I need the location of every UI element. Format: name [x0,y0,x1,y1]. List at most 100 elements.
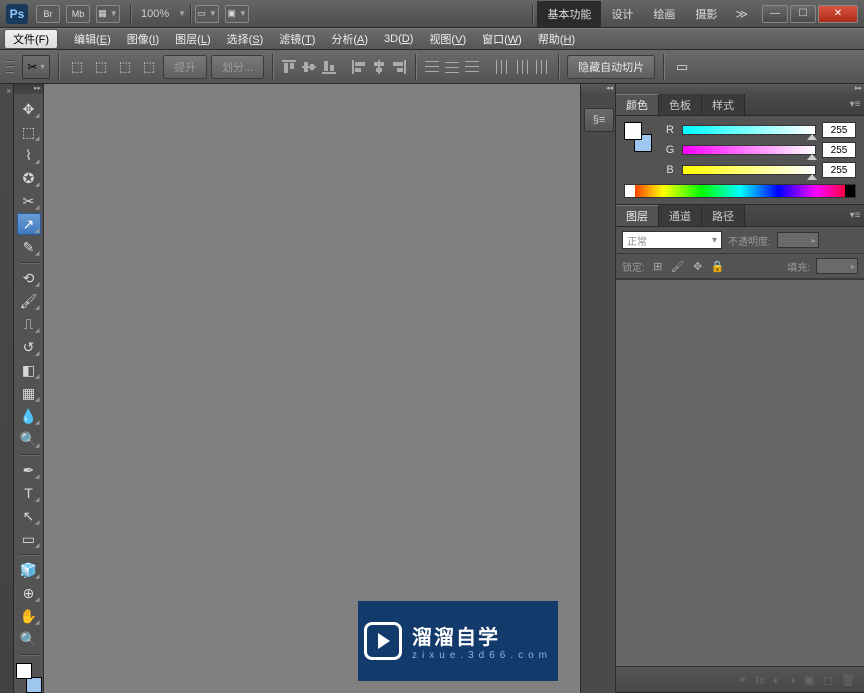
brush-tool[interactable]: 🖌◢ [17,290,41,312]
menu-view[interactable]: 视图(V) [421,31,474,47]
tab-layers[interactable]: 图层 [616,205,659,226]
history-panel-icon[interactable]: §≡ [584,108,614,132]
collapsed-dock[interactable]: ◂◂ §≡ [580,84,616,693]
align-top-icon[interactable] [281,59,297,75]
minimize-button[interactable]: — [762,5,788,23]
workspace-tab-design[interactable]: 设计 [601,1,643,27]
foreground-color[interactable] [16,663,32,679]
workspace-tab-photography[interactable]: 摄影 [685,1,727,27]
slice-option-1-icon[interactable]: ⬚ [67,57,87,77]
fill-input[interactable]: ▸ [816,258,858,274]
lock-transparency-icon[interactable]: ⊞ [651,259,665,273]
opacity-input[interactable]: ▸ [777,232,819,248]
pen-tool[interactable]: ✒◢ [17,459,41,481]
g-input[interactable] [822,142,856,158]
gradient-tool[interactable]: ▦◢ [17,382,41,404]
workspace-tab-essentials[interactable]: 基本功能 [537,1,601,27]
menu-help[interactable]: 帮助(H) [530,31,583,47]
menu-filter[interactable]: 滤镜(T) [271,31,323,47]
layers-list[interactable] [616,279,864,666]
lock-position-icon[interactable]: ✥ [691,259,705,273]
eraser-tool[interactable]: ◧◢ [17,359,41,381]
menu-3d[interactable]: 3D(D) [376,33,421,45]
collapse-arrow-icon[interactable]: ▸▸ [855,84,862,94]
slice-option-4-icon[interactable]: ⬚ [139,57,159,77]
panel-menu-icon[interactable]: ▾≡ [846,205,864,226]
delete-layer-icon[interactable]: 🗑 [841,673,856,687]
menu-edit[interactable]: 编辑(E) [66,31,119,47]
crop-tool[interactable]: ✂◢ [17,190,41,212]
bridge-badge[interactable]: Br [36,5,60,23]
distribute-top-icon[interactable] [424,59,440,75]
lasso-tool[interactable]: ⌇◢ [17,144,41,166]
slice-option-3-icon[interactable]: ⬚ [115,57,135,77]
g-slider[interactable] [682,145,816,155]
menu-image[interactable]: 图像(I) [119,31,167,47]
slice-options-icon[interactable]: ▭ [672,57,692,77]
3d-camera-tool[interactable]: ⊕◢ [17,582,41,604]
background-color[interactable] [26,677,42,693]
healing-tool[interactable]: ⟲◢ [17,267,41,289]
r-slider[interactable] [682,125,816,135]
color-ramp[interactable] [624,184,856,198]
marquee-tool[interactable]: ⬚◢ [17,121,41,143]
color-swatches[interactable] [16,663,42,693]
tab-color[interactable]: 颜色 [616,94,659,115]
menu-file[interactable]: 文件(F) [4,29,58,49]
tool-preset-picker[interactable]: ✂▾ [22,55,50,79]
tab-paths[interactable]: 路径 [702,205,745,226]
menu-layer[interactable]: 图层(L) [167,31,218,47]
hand-tool[interactable]: ✋◢ [17,605,41,627]
fg-preview[interactable] [624,122,642,140]
eyedropper-tool[interactable]: ✎◢ [17,236,41,258]
align-bottom-icon[interactable] [321,59,337,75]
distribute-hcenter-icon[interactable] [514,59,530,75]
distribute-right-icon[interactable] [534,59,550,75]
stamp-tool[interactable]: ⎍◢ [17,313,41,335]
menu-window[interactable]: 窗口(W) [474,31,530,47]
lock-all-icon[interactable]: 🔒 [711,259,725,273]
type-tool[interactable]: T◢ [17,482,41,504]
divide-button[interactable]: 划分... [211,55,264,79]
link-layers-icon[interactable]: ⚭ [738,673,748,687]
adjustment-layer-icon[interactable]: ◑ [788,673,795,687]
blend-mode-select[interactable]: 正常▾ [622,231,722,249]
promote-button[interactable]: 提升 [163,55,207,79]
layer-style-icon[interactable]: fx [756,673,765,687]
history-brush-tool[interactable]: ↺◢ [17,336,41,358]
lock-pixels-icon[interactable]: 🖌 [671,259,685,273]
grip-icon[interactable] [6,59,14,75]
menu-analysis[interactable]: 分析(A) [323,31,376,47]
path-select-tool[interactable]: ↖◢ [17,505,41,527]
maximize-button[interactable]: ☐ [790,5,816,23]
align-left-icon[interactable] [351,59,367,75]
group-icon[interactable]: ▣ [803,673,814,687]
dodge-tool[interactable]: 🔍◢ [17,428,41,450]
layer-mask-icon[interactable]: ◐ [773,673,780,687]
tab-swatches[interactable]: 色板 [659,94,702,115]
collapse-arrow-icon[interactable]: ▸▸ [34,84,41,94]
distribute-left-icon[interactable] [494,59,510,75]
new-layer-icon[interactable]: ◻ [823,673,833,687]
layout-dropdown[interactable]: ▦▼ [96,5,120,23]
move-tool[interactable]: ✥◢ [17,98,41,120]
expand-arrow-icon[interactable]: ◂◂ [606,84,613,94]
quick-select-tool[interactable]: ✪◢ [17,167,41,189]
arrange-dropdown[interactable]: ▭▼ [195,5,219,23]
align-vcenter-icon[interactable] [301,59,317,75]
slice-option-2-icon[interactable]: ⬚ [91,57,111,77]
menu-select[interactable]: 选择(S) [219,31,272,47]
left-dock[interactable]: » [0,84,14,693]
expand-arrow-icon[interactable]: » [7,86,11,95]
workspace-tab-painting[interactable]: 绘画 [643,1,685,27]
shape-tool[interactable]: ▭◢ [17,528,41,550]
distribute-bottom-icon[interactable] [464,59,480,75]
chevron-down-icon[interactable]: ▼ [178,9,186,18]
align-right-icon[interactable] [391,59,407,75]
slice-select-tool[interactable]: ↗◢ [17,213,41,235]
zoom-tool[interactable]: 🔍 [17,628,41,650]
distribute-vcenter-icon[interactable] [444,59,460,75]
more-workspaces-icon[interactable]: ≫ [735,7,748,21]
minibridge-badge[interactable]: Mb [66,5,90,23]
tab-styles[interactable]: 样式 [702,94,745,115]
